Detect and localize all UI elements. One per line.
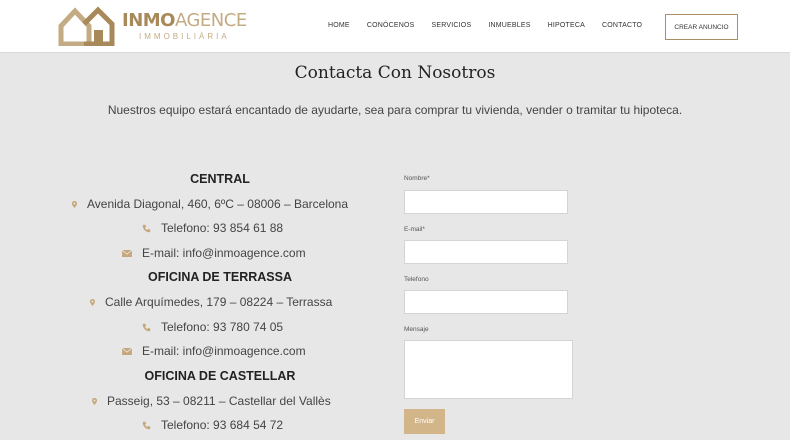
phone-text[interactable]: Telefono: 93 780 74 05 [161,320,283,334]
address-text: Avenida Diagonal, 460, 6ºC – 08006 – Bar… [87,197,349,211]
nav-hipoteca[interactable]: HIPOTECA [548,22,585,29]
main-nav: HOME CONÓCENOS SERVICIOS INMUEBLES HIPOT… [328,22,659,29]
nav-conocenos[interactable]: CONÓCENOS [367,22,415,29]
brand-subtitle: IMMOBILIÀRIA [139,32,230,41]
nav-home[interactable]: HOME [328,22,350,29]
nav-servicios[interactable]: SERVICIOS [432,22,472,29]
phone-icon [142,421,151,429]
address-text: Calle Arquímedes, 179 – 08224 – Terrassa [105,295,333,309]
name-label: Nombre* [404,175,430,182]
office-address-terrassa: Calle Arquímedes, 179 – 08224 – Terrassa [90,295,332,309]
office-email-central: E-mail: info@inmoagence.com [122,246,306,260]
email-label: E-mail* [404,226,425,233]
submit-button[interactable]: Enviar [404,409,445,434]
phone-label: Telefono [404,276,429,283]
office-address-castellar: Passeig, 53 – 08211 – Castellar del Vall… [92,394,331,408]
nav-inmuebles[interactable]: INMUEBLES [488,22,530,29]
mail-icon [122,249,132,257]
phone-text[interactable]: Telefono: 93 684 54 72 [161,418,283,432]
location-pin-icon [90,298,95,306]
crear-anuncio-button[interactable]: CREAR ANUNCIO [665,14,738,40]
site-header: INMOAGENCE IMMOBILIÀRIA HOME CONÓCENOS S… [0,0,790,53]
office-phone-castellar: Telefono: 93 684 54 72 [142,418,283,432]
message-textarea[interactable] [404,340,573,399]
office-address-central: Avenida Diagonal, 460, 6ºC – 08006 – Bar… [72,197,348,211]
office-phone-terrassa: Telefono: 93 780 74 05 [142,320,283,334]
mail-icon [122,347,132,355]
office-email-terrassa: E-mail: info@inmoagence.com [122,344,306,358]
page-title: Contacta Con Nosotros [294,63,496,83]
message-label: Mensaje [404,326,429,333]
email-field[interactable] [404,240,568,264]
office-phone-central: Telefono: 93 854 61 88 [142,221,283,235]
brand-name: INMOAGENCE [122,10,247,31]
office-title-central: CENTRAL [190,172,250,186]
name-field[interactable] [404,190,568,214]
phone-text[interactable]: Telefono: 93 854 61 88 [161,221,283,235]
email-text[interactable]: E-mail: info@inmoagence.com [142,246,306,260]
page-subtitle: Nuestros equipo estará encantado de ayud… [107,103,683,117]
site-logo[interactable]: INMOAGENCE IMMOBILIÀRIA [58,5,247,47]
phone-icon [142,323,151,331]
office-title-terrassa: OFICINA DE TERRASSA [148,270,292,284]
location-pin-icon [72,200,77,208]
nav-contacto[interactable]: CONTACTO [602,22,642,29]
office-title-castellar: OFICINA DE CASTELLAR [144,369,296,383]
phone-icon [142,224,151,232]
house-logo-icon [58,6,115,46]
address-text: Passeig, 53 – 08211 – Castellar del Vall… [107,394,331,408]
phone-field[interactable] [404,290,568,314]
location-pin-icon [92,397,97,405]
email-text[interactable]: E-mail: info@inmoagence.com [142,344,306,358]
